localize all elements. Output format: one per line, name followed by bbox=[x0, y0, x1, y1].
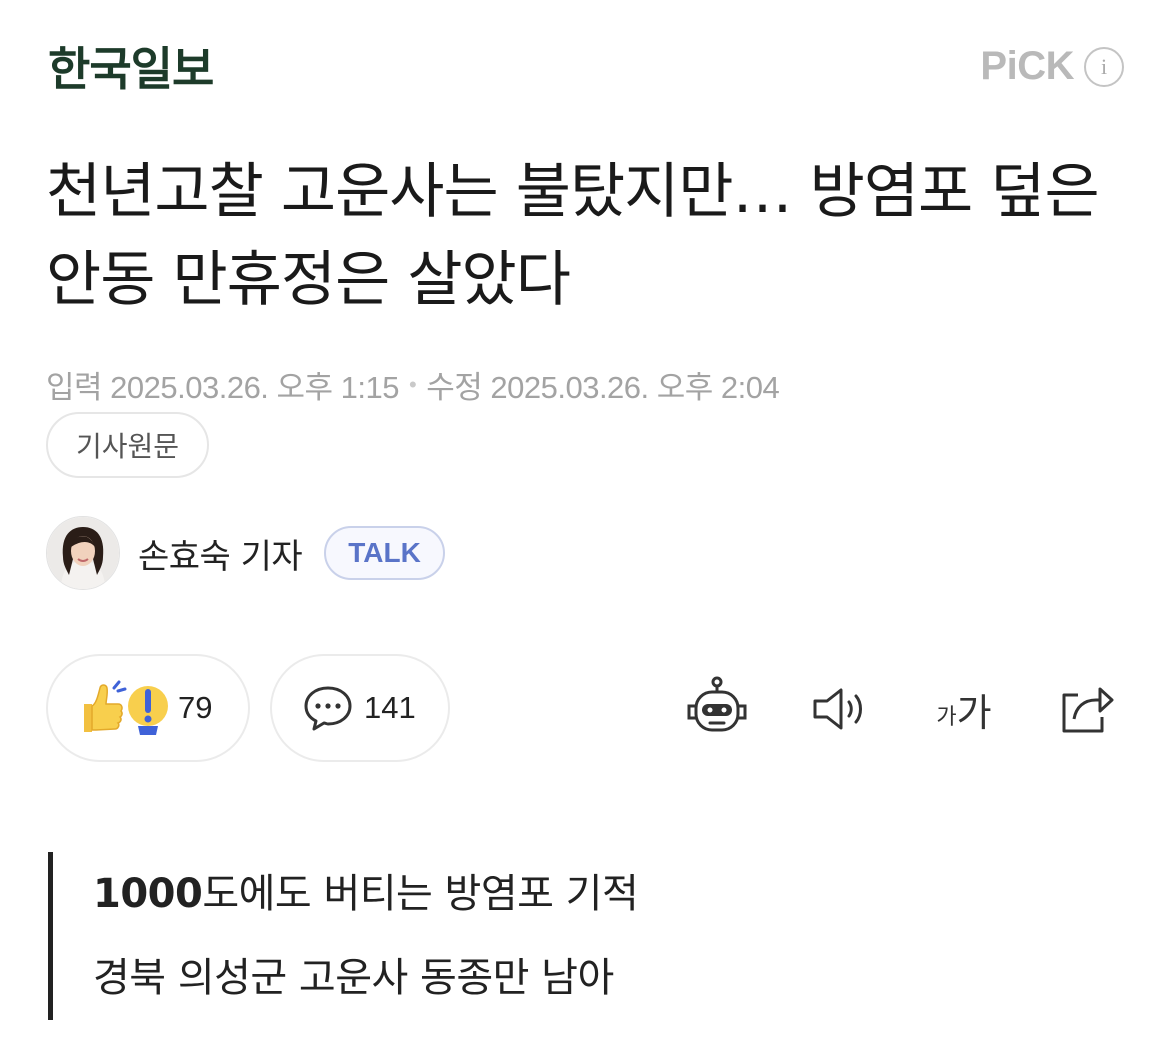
share-button[interactable] bbox=[1052, 674, 1122, 744]
original-article-button[interactable]: 기사원문 bbox=[46, 412, 210, 478]
comment-count: 141 bbox=[364, 690, 416, 725]
reporter-avatar[interactable] bbox=[46, 516, 120, 590]
font-size-large-label: 가 bbox=[956, 690, 992, 735]
article-subheading: 1000도에도 버티는 방염포 기적 경북 의성군 고운사 동종만 남아 bbox=[48, 852, 639, 1020]
article-dates: 입력 2025.03.26. 오후 1:15 • 수정 2025.03.26. … bbox=[46, 362, 780, 407]
modified-date: 수정 2025.03.26. 오후 2:04 bbox=[426, 370, 780, 405]
published-date: 입력 2025.03.26. 오후 1:15 bbox=[46, 370, 400, 405]
pick-label: PiCK bbox=[980, 44, 1074, 88]
speaker-icon bbox=[813, 688, 862, 730]
press-logo[interactable]: 한국일보 bbox=[48, 38, 214, 100]
share-icon bbox=[1062, 687, 1114, 733]
reaction-emoji-icon bbox=[84, 680, 168, 735]
summary-bot-button[interactable] bbox=[682, 674, 752, 744]
comment-icon bbox=[304, 686, 352, 731]
subheading-line-1: 1000도에도 버티는 방염포 기적 bbox=[93, 852, 639, 936]
subheading-number: 1000 bbox=[93, 871, 203, 917]
reporter-row: 손효숙 기자 TALK bbox=[46, 516, 445, 590]
reporter-name[interactable]: 손효숙 기자 bbox=[138, 529, 303, 578]
pick-badge[interactable]: PiCK i bbox=[980, 44, 1124, 89]
subheading-line-1-text: 도에도 버티는 방염포 기적 bbox=[202, 871, 639, 917]
info-icon[interactable]: i bbox=[1084, 46, 1124, 87]
reaction-count: 79 bbox=[178, 690, 213, 725]
comment-button[interactable]: 141 bbox=[270, 654, 450, 762]
article-headline: 천년고찰 고운사는 불탔지만… 방염포 덮은 안동 만휴정은 살았다 bbox=[46, 157, 1100, 315]
font-size-small-label: 가 bbox=[936, 705, 957, 730]
subheading-line-2: 경북 의성군 고운사 동종만 남아 bbox=[93, 955, 614, 1001]
date-separator: • bbox=[409, 371, 417, 397]
robot-icon bbox=[687, 676, 747, 732]
talk-button[interactable]: TALK bbox=[324, 526, 445, 580]
listen-button[interactable] bbox=[806, 674, 876, 744]
reaction-button[interactable]: 79 bbox=[46, 654, 250, 762]
font-size-button[interactable]: 가 가 bbox=[924, 674, 1004, 744]
